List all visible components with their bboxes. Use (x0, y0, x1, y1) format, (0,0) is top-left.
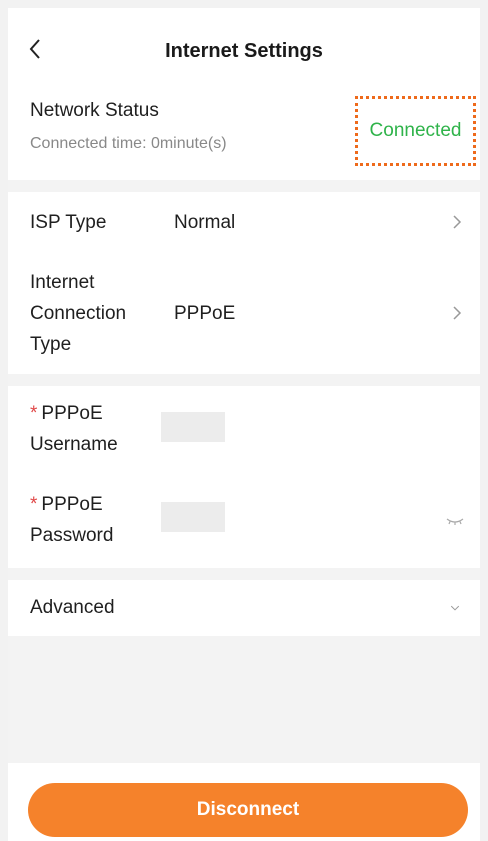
username-label-text: PPPoE (41, 403, 103, 424)
chevron-right-icon (453, 215, 462, 229)
header: Internet Settings Network Status Connect… (8, 8, 480, 180)
required-marker: * (30, 403, 38, 424)
username-label-line1: * PPPoE (30, 400, 103, 428)
password-label-text: PPPoE (41, 494, 103, 515)
screen: Internet Settings Network Status Connect… (8, 8, 480, 841)
connection-type-chevron[interactable] (452, 305, 466, 323)
pppoe-password-input[interactable] (161, 502, 225, 532)
isp-settings-card: ISP Type Normal Internet Connection Type… (8, 192, 480, 374)
isp-type-chevron[interactable] (452, 214, 466, 232)
isp-type-value: Normal (174, 212, 236, 233)
chevron-down-icon (450, 605, 460, 611)
password-label-line2: Password (30, 525, 114, 546)
required-marker: * (30, 494, 38, 515)
isp-type-label: ISP Type (30, 212, 107, 233)
page-title: Internet Settings (165, 40, 323, 62)
pppoe-username-input[interactable] (161, 412, 225, 442)
password-visibility-toggle[interactable] (444, 514, 466, 526)
eye-closed-icon (446, 518, 464, 525)
pppoe-credentials-card: * PPPoE Username * PPPoE Password (8, 386, 480, 568)
advanced-chevron[interactable] (450, 600, 466, 618)
advanced-label: Advanced (30, 597, 115, 618)
footer: Disconnect (8, 763, 480, 841)
disconnect-button[interactable]: Disconnect (28, 783, 468, 837)
connection-type-label-line2: Connection (30, 303, 127, 324)
connection-type-value: PPPoE (174, 303, 236, 324)
username-label-line2: Username (30, 434, 118, 455)
chevron-right-icon (453, 306, 462, 320)
network-status-label: Network Status (30, 100, 159, 121)
connected-time: Connected time: 0minute(s) (30, 135, 227, 152)
connection-type-label-line3: Type (30, 334, 72, 355)
status-badge: Connected (369, 120, 462, 141)
password-label-line1: * PPPoE (30, 491, 103, 519)
advanced-row[interactable]: Advanced (8, 580, 480, 636)
status-highlight: Connected (355, 96, 476, 166)
connection-type-label-line1: Internet (30, 272, 95, 293)
